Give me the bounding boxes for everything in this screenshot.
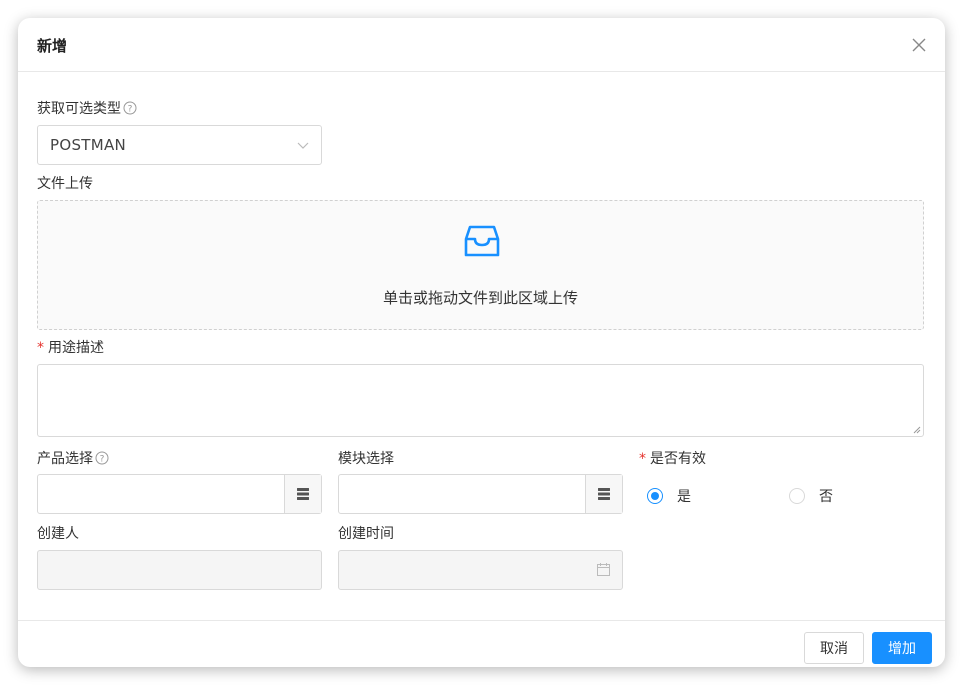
database-list-icon (598, 488, 610, 500)
add-button[interactable]: 增加 (872, 632, 932, 664)
upload-hint: 单击或拖动文件到此区域上传 (382, 289, 578, 307)
radio-no[interactable]: 否 (789, 486, 833, 506)
resize-grip-icon[interactable] (913, 426, 921, 434)
type-select[interactable]: POSTMAN (37, 125, 322, 165)
add-dialog: 新增 获取可选类型? POSTMAN 文件上传 单击或拖动文件到此区域上传 * 用… (18, 18, 945, 667)
product-picker-button[interactable] (284, 475, 321, 513)
product-input[interactable] (37, 474, 322, 514)
purpose-textarea[interactable] (37, 364, 924, 437)
radio-no-circle[interactable] (789, 488, 805, 504)
type-field-label: 获取可选类型? (37, 98, 137, 119)
created-time-input (338, 550, 623, 590)
svg-text:?: ? (128, 105, 133, 115)
cancel-button[interactable]: 取消 (804, 632, 864, 664)
chevron-down-icon (297, 142, 309, 149)
product-field-label: 产品选择? (37, 448, 109, 469)
valid-field-label: * 是否有效 (639, 448, 706, 468)
upload-field-label: 文件上传 (37, 176, 93, 192)
required-mark: * (37, 340, 44, 356)
database-list-icon (297, 488, 309, 500)
radio-yes-circle[interactable] (647, 488, 663, 504)
valid-field-label-text: 是否有效 (650, 451, 706, 467)
upload-dropzone[interactable]: 单击或拖动文件到此区域上传 (37, 200, 924, 330)
module-field-label: 模块选择 (338, 451, 394, 467)
dialog-header: 新增 (18, 18, 945, 72)
calendar-icon (597, 563, 610, 576)
type-select-value: POSTMAN (50, 136, 127, 154)
radio-no-label: 否 (819, 489, 833, 505)
dialog-footer: 取消 增加 (18, 620, 945, 667)
creator-field-label: 创建人 (37, 526, 79, 542)
question-circle-icon[interactable]: ? (123, 101, 137, 119)
question-circle-icon[interactable]: ? (95, 451, 109, 469)
module-picker-button[interactable] (585, 475, 622, 513)
purpose-field-label: * 用途描述 (37, 337, 104, 357)
required-mark: * (639, 451, 646, 467)
inbox-icon (464, 225, 500, 257)
creator-input (37, 550, 322, 590)
purpose-field-label-text: 用途描述 (48, 340, 104, 356)
svg-text:?: ? (100, 455, 105, 465)
radio-yes-label: 是 (677, 489, 691, 505)
radio-yes[interactable]: 是 (647, 486, 691, 506)
module-input[interactable] (338, 474, 623, 514)
dialog-title: 新增 (37, 37, 68, 55)
type-field-label-text: 获取可选类型 (37, 101, 121, 117)
created-time-field-label: 创建时间 (338, 526, 394, 542)
product-field-label-text: 产品选择 (37, 451, 93, 467)
close-icon[interactable] (909, 35, 929, 55)
close-button[interactable] (909, 35, 929, 55)
